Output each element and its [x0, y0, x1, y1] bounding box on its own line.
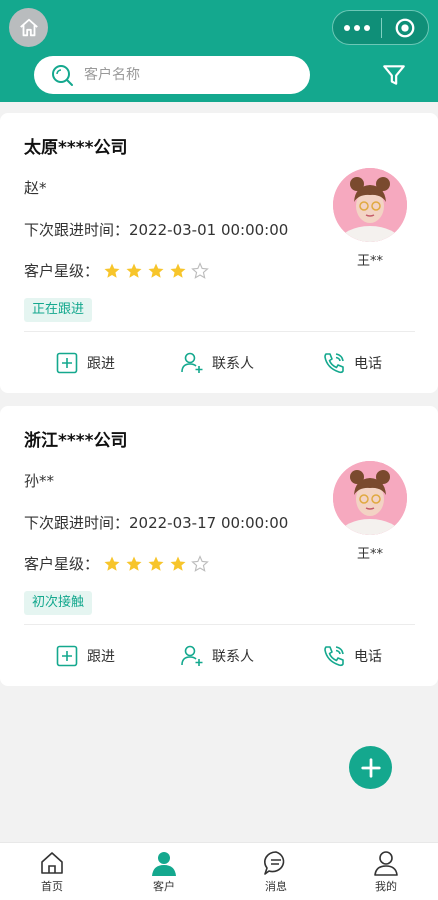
owner-name: 王** — [356, 254, 383, 269]
add-contact-icon — [181, 352, 203, 373]
rating-label: 客户星级： — [24, 262, 100, 280]
avatar-image — [333, 461, 407, 535]
rating-label: 客户星级： — [24, 555, 100, 573]
customer-rating: 客户星级： — [24, 553, 209, 574]
divider — [24, 331, 415, 332]
customer-card[interactable]: 浙江****公司 孙** 下次跟进时间：2022-03-17 00:00:00 … — [0, 406, 438, 686]
add-contact-icon — [181, 645, 203, 666]
star-filled-icon — [170, 263, 186, 278]
search-input[interactable] — [84, 67, 284, 83]
status-badge: 初次接触 — [24, 591, 93, 615]
more-dot — [354, 24, 360, 31]
more-dot — [364, 24, 370, 31]
phone-label: 电话 — [354, 649, 382, 665]
message-icon — [264, 851, 285, 875]
home-icon — [41, 852, 63, 874]
search-bar[interactable] — [34, 56, 310, 94]
add-customer-button[interactable] — [349, 746, 392, 789]
star-filled-icon — [148, 263, 164, 278]
plus-icon — [360, 757, 381, 778]
star-empty-icon — [191, 261, 209, 279]
home-button[interactable] — [9, 8, 48, 47]
followup-button[interactable]: 跟进 — [55, 630, 115, 682]
tab-label: 消息 — [265, 880, 287, 893]
customer-rating: 客户星级： — [24, 260, 209, 281]
customer-card[interactable]: 太原****公司 赵* 下次跟进时间：2022-03-01 00:00:00 客… — [0, 113, 438, 393]
status-badge: 正在跟进 — [24, 298, 93, 322]
tab-label: 客户 — [153, 880, 175, 893]
profile-icon — [374, 851, 398, 876]
contact-name: 孙** — [24, 472, 55, 490]
star-empty-icon — [191, 554, 209, 572]
star-filled-icon — [104, 556, 120, 571]
phone-label: 电话 — [354, 356, 382, 372]
contact-name: 赵* — [24, 179, 47, 197]
card-actions: 跟进 联系人 电话 — [0, 337, 438, 389]
followup-label: 跟进 — [87, 356, 115, 372]
target-icon — [395, 18, 415, 37]
home-icon — [19, 18, 38, 36]
contacts-label: 联系人 — [212, 356, 254, 372]
owner-name: 王** — [356, 547, 383, 562]
tab-customers[interactable]: 客户 — [124, 849, 204, 894]
followup-label: 跟进 — [87, 649, 115, 665]
contacts-button[interactable]: 联系人 — [180, 630, 254, 682]
phone-icon — [324, 646, 344, 667]
tab-home[interactable]: 首页 — [12, 849, 92, 894]
tab-label: 我的 — [375, 880, 397, 893]
phone-button[interactable]: 电话 — [322, 630, 382, 682]
followup-button[interactable]: 跟进 — [55, 337, 115, 389]
star-filled-icon — [126, 556, 142, 571]
rating-stars — [103, 261, 209, 280]
search-icon — [52, 65, 73, 86]
avatar[interactable] — [333, 168, 407, 242]
company-name: 太原****公司 — [24, 138, 128, 158]
plus-square-icon — [56, 645, 78, 667]
plus-square-icon — [56, 352, 78, 374]
more-dots-icon — [344, 24, 350, 31]
tab-messages[interactable]: 消息 — [236, 849, 316, 894]
next-followup-time: 下次跟进时间：2022-03-17 00:00:00 — [24, 514, 289, 532]
more-button[interactable] — [333, 11, 381, 44]
contacts-label: 联系人 — [212, 649, 254, 665]
phone-icon — [324, 353, 344, 374]
company-name: 浙江****公司 — [24, 431, 128, 451]
star-filled-icon — [104, 263, 120, 278]
tab-label: 首页 — [41, 880, 63, 893]
bottom-tab-bar: 首页 客户 消息 我的 — [0, 842, 438, 900]
next-followup-time: 下次跟进时间：2022-03-01 00:00:00 — [24, 221, 289, 239]
star-filled-icon — [170, 556, 186, 571]
header — [0, 0, 438, 102]
avatar[interactable] — [333, 461, 407, 535]
close-mini-program-button[interactable] — [382, 17, 428, 39]
mini-program-capsule — [332, 10, 429, 45]
rating-stars — [103, 554, 209, 573]
star-filled-icon — [148, 556, 164, 571]
divider — [24, 624, 415, 625]
contacts-button[interactable]: 联系人 — [180, 337, 254, 389]
filter-icon[interactable] — [381, 62, 407, 88]
tab-mine[interactable]: 我的 — [346, 849, 426, 894]
user-icon — [152, 852, 176, 876]
star-filled-icon — [126, 263, 142, 278]
avatar-image — [333, 168, 407, 242]
card-actions: 跟进 联系人 电话 — [0, 630, 438, 682]
phone-button[interactable]: 电话 — [322, 337, 382, 389]
